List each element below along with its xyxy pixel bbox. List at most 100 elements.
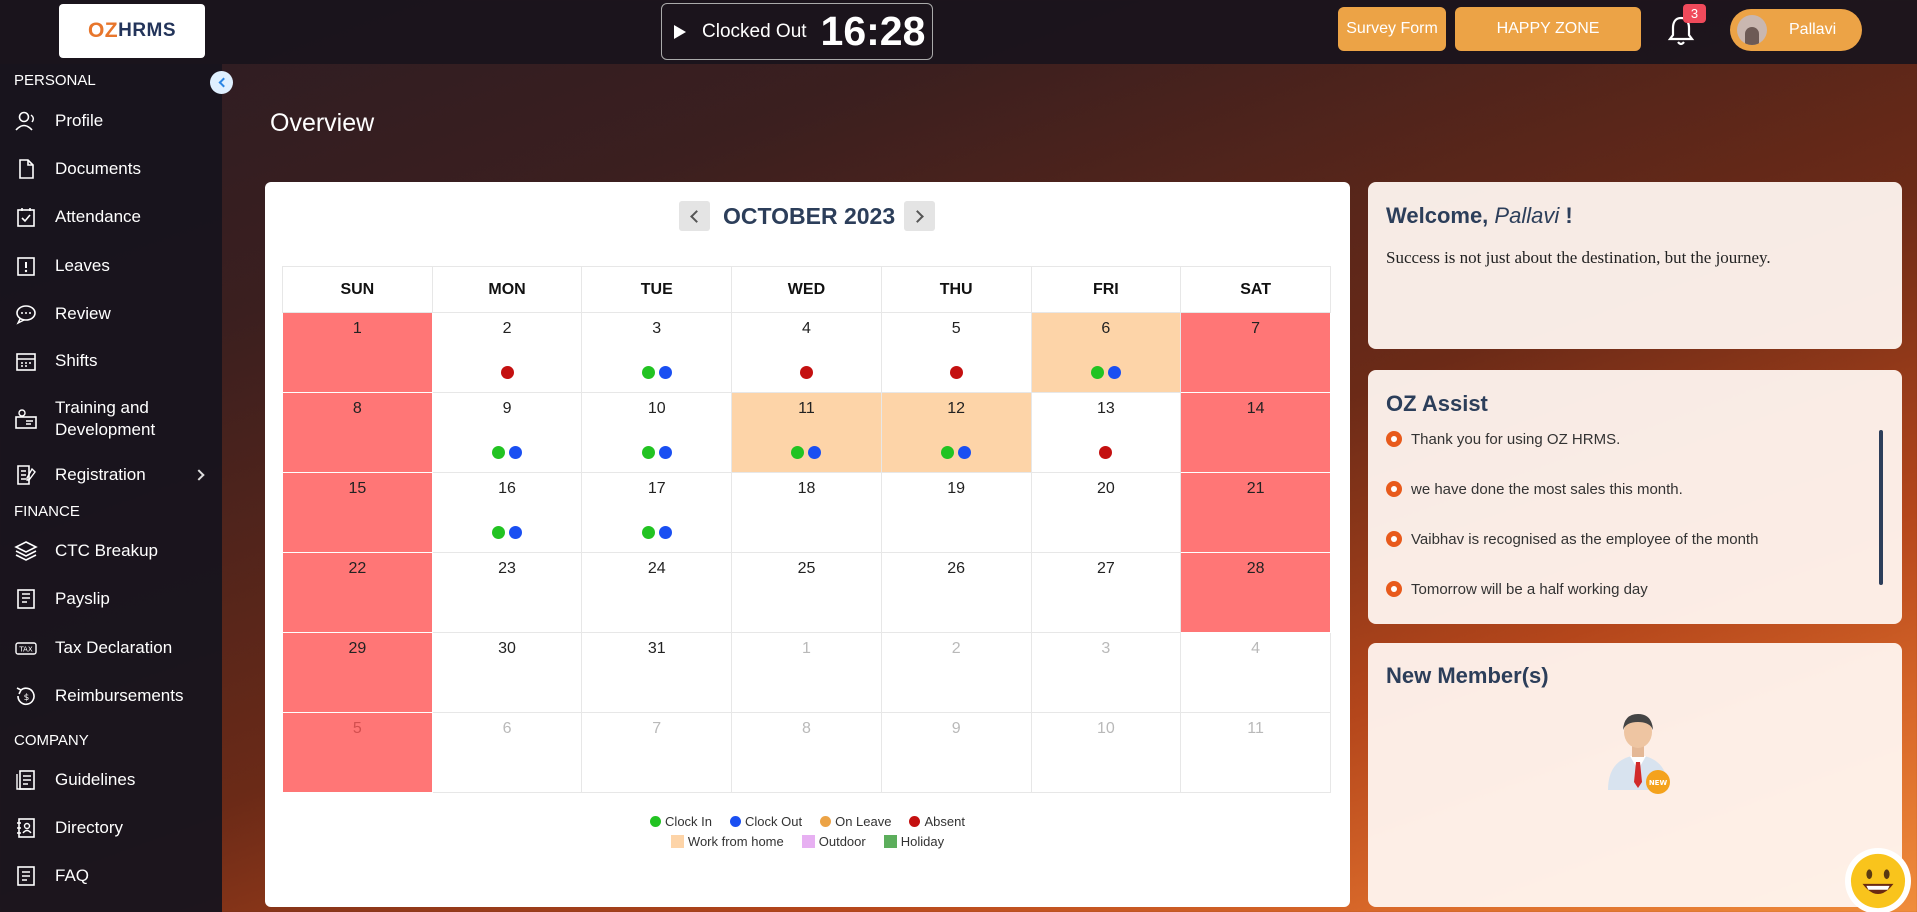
next-month-button[interactable] — [904, 201, 935, 231]
calendar-day[interactable]: 1 — [731, 632, 882, 713]
sidebar-item-leaves[interactable]: Leaves — [14, 254, 214, 278]
sidebar-item-faq[interactable]: FAQ — [14, 864, 214, 888]
calendar-day[interactable]: 9 — [431, 392, 583, 473]
day-status-dots — [433, 526, 582, 539]
sidebar-item-payslip[interactable]: Payslip — [14, 587, 214, 611]
calendar-day[interactable]: 1 — [282, 312, 433, 393]
collapse-sidebar-icon[interactable] — [210, 71, 233, 94]
sidebar-item-shifts[interactable]: Shifts — [14, 349, 214, 373]
sidebar-item-review[interactable]: Review — [14, 302, 214, 326]
sidebar-item-directory[interactable]: Directory — [14, 816, 214, 840]
sidebar-item-tax-declaration[interactable]: TAX Tax Declaration — [14, 636, 214, 660]
calendar-day[interactable]: 5 — [282, 712, 433, 793]
user-menu-button[interactable]: Pallavi — [1730, 9, 1862, 51]
calendar-day[interactable]: 11 — [1180, 712, 1331, 793]
calendar-day[interactable]: 4 — [731, 312, 882, 393]
day-number: 3 — [1101, 640, 1111, 657]
calendar-day[interactable]: 21 — [1180, 472, 1331, 553]
calendar-day[interactable]: 8 — [731, 712, 882, 793]
chevron-right-icon[interactable] — [193, 469, 205, 481]
logo-hrms: HRMS — [118, 20, 177, 41]
calendar-day[interactable]: 18 — [731, 472, 882, 553]
status-dot-in — [641, 446, 655, 459]
calendar-day[interactable]: 19 — [880, 472, 1032, 553]
calendar-day[interactable]: 9 — [880, 712, 1032, 793]
calendar-day[interactable]: 7 — [1180, 312, 1331, 393]
calendar-day[interactable]: 20 — [1030, 472, 1182, 553]
calendar-day[interactable]: 8 — [282, 392, 433, 473]
sidebar-item-attendance[interactable]: Attendance — [14, 205, 214, 229]
day-number: 26 — [947, 560, 966, 577]
legend-label: On Leave — [835, 814, 892, 829]
prev-month-button[interactable] — [679, 201, 710, 231]
new-member-illustration[interactable]: NEW — [1600, 700, 1676, 800]
new-badge: NEW — [1649, 779, 1668, 787]
assist-scrollbar[interactable] — [1879, 430, 1883, 585]
calendar-day[interactable]: 3 — [581, 312, 733, 393]
user-icon — [14, 109, 38, 133]
logo-oz: OZ — [87, 19, 119, 42]
calendar-header: OCTOBER 2023 — [265, 201, 1350, 233]
sidebar-item-profile[interactable]: Profile — [14, 109, 214, 133]
calendar-day[interactable]: 3 — [1030, 632, 1182, 713]
calendar-day[interactable]: 12 — [880, 392, 1032, 473]
calendar-day[interactable]: 7 — [581, 712, 733, 793]
chevron-left-icon — [690, 209, 703, 223]
calendar-day[interactable]: 29 — [282, 632, 433, 713]
sidebar-item-label: Attendance — [55, 207, 142, 226]
calendar-day[interactable]: 24 — [581, 552, 733, 633]
calendar-day[interactable]: 31 — [581, 632, 733, 713]
calendar-day[interactable]: 5 — [880, 312, 1032, 393]
sidebar-item-label: FAQ — [55, 866, 90, 885]
calendar-day[interactable]: 6 — [1030, 312, 1182, 393]
sidebar-item-guidelines[interactable]: Guidelines — [14, 768, 214, 792]
calendar-day[interactable]: 10 — [1030, 712, 1182, 793]
calendar-week: 29 30 31 1 2 3 4 — [282, 632, 1331, 713]
calendar-day[interactable]: 28 — [1180, 552, 1331, 633]
calendar-day[interactable]: 6 — [431, 712, 583, 793]
day-number: 18 — [797, 480, 816, 497]
assist-list: Thank you for using OZ HRMS. we have done… — [1386, 414, 1758, 614]
sidebar-item-reimbursements[interactable]: $ Reimbursements — [14, 684, 214, 708]
calendar-day[interactable]: 23 — [431, 552, 583, 633]
day-number: 19 — [947, 480, 966, 497]
calendar-day[interactable]: 2 — [431, 312, 583, 393]
oz-assist-card: OZ Assist Thank you for using OZ HRMS. we… — [1368, 370, 1902, 624]
day-number: 14 — [1246, 400, 1265, 417]
calendar-day[interactable]: 22 — [282, 552, 433, 633]
legend-label: Absent — [924, 814, 965, 829]
sidebar-item-ctc-breakup[interactable]: CTC Breakup — [14, 539, 214, 563]
calendar-day[interactable]: 11 — [731, 392, 882, 473]
calendar-day[interactable]: 30 — [431, 632, 583, 713]
calendar-card: OCTOBER 2023 SUN MON TUE WED THU FRI SAT 12345… — [265, 182, 1350, 907]
clock-widget[interactable]: Clocked Out 16:28 — [661, 3, 933, 60]
calendar-day[interactable]: 25 — [731, 552, 882, 633]
sidebar-item-training[interactable]: Training and Development — [14, 397, 214, 441]
play-icon[interactable] — [674, 24, 686, 39]
calendar-day[interactable]: 2 — [880, 632, 1032, 713]
sidebar-item-label: Training and Development — [55, 398, 156, 439]
section-company: COMPANY — [14, 732, 89, 749]
sidebar-item-label: Documents — [55, 159, 141, 178]
sidebar-item-registration[interactable]: Registration — [14, 463, 214, 487]
survey-form-button[interactable]: Survey Form — [1338, 7, 1446, 51]
calendar-week: 22 23 24 25 26 27 28 — [282, 552, 1331, 633]
calendar-day[interactable]: 13 — [1030, 392, 1182, 473]
calendar-day[interactable]: 4 — [1180, 632, 1331, 713]
sidebar-item-documents[interactable]: Documents — [14, 157, 214, 181]
calendar-day[interactable]: 27 — [1030, 552, 1182, 633]
chat-emoji-button[interactable] — [1845, 848, 1911, 912]
calendar-day[interactable]: 16 — [431, 472, 583, 553]
bullet-icon — [1386, 431, 1402, 447]
weekday-header: TUE — [581, 266, 733, 313]
happy-zone-button[interactable]: HAPPY ZONE — [1455, 7, 1641, 51]
calendar-day[interactable]: 26 — [880, 552, 1032, 633]
calendar-day[interactable]: 14 — [1180, 392, 1331, 473]
oz-hrms-logo[interactable]: OZ HRMS — [59, 4, 205, 58]
day-number: 22 — [348, 560, 367, 577]
month-label: OCTOBER 2023 — [723, 203, 896, 229]
calendar-day[interactable]: 10 — [581, 392, 733, 473]
calendar-day[interactable]: 15 — [282, 472, 433, 553]
calendar-day[interactable]: 17 — [581, 472, 733, 553]
day-number: 2 — [951, 640, 961, 657]
